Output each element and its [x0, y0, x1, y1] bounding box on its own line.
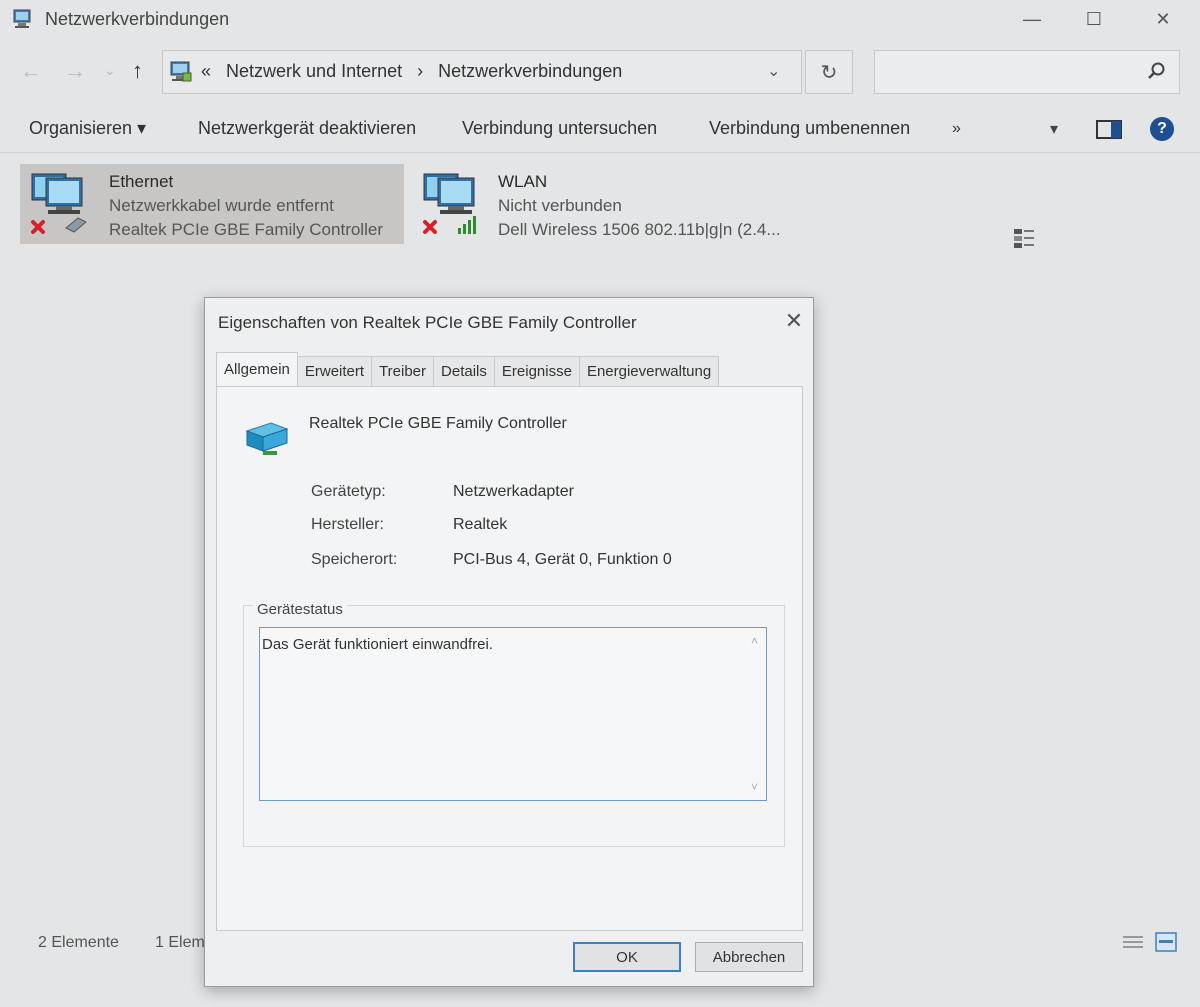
- device-status-label: Gerätestatus: [253, 601, 347, 618]
- diagnose-connection-button[interactable]: Verbindung untersuchen: [462, 118, 657, 139]
- forward-arrow-icon[interactable]: →: [64, 58, 86, 84]
- network-adapter-icon: [245, 422, 289, 455]
- breadcrumb: « Netzwerk und Internet › Netzwerkverbin…: [201, 61, 632, 82]
- location-label: Speicherort:: [311, 551, 398, 568]
- dialog-title: Eigenschaften von Realtek PCIe GBE Famil…: [218, 313, 637, 332]
- network-connections-icon: [170, 61, 192, 82]
- close-button[interactable]: ✕: [1135, 0, 1191, 38]
- general-tab-panel: Realtek PCIe GBE Family Controller Gerät…: [216, 386, 803, 931]
- organize-menu[interactable]: Organisieren ▾: [29, 118, 146, 139]
- connection-item-ethernet[interactable]: Ethernet Netzwerkkabel wurde entfernt Re…: [20, 164, 404, 244]
- view-options-dropdown-icon[interactable]: ▾: [1050, 119, 1058, 139]
- tab-ereignisse[interactable]: Ereignisse: [493, 356, 580, 387]
- device-name: Realtek PCIe GBE Family Controller: [309, 415, 567, 432]
- tab-strip: Allgemein Erweitert Treiber Details Erei…: [216, 352, 720, 387]
- device-status-textbox[interactable]: Das Gerät funktioniert einwandfrei. ˄ ˅: [259, 627, 767, 801]
- change-view-icon[interactable]: [1012, 226, 1036, 250]
- location-value: PCI-Bus 4, Gerät 0, Funktion 0: [453, 551, 672, 568]
- breadcrumb-item[interactable]: Netzwerkverbindungen: [438, 61, 622, 81]
- details-view-icon[interactable]: [1122, 934, 1144, 952]
- properties-dialog: Eigenschaften von Realtek PCIe GBE Famil…: [204, 297, 814, 987]
- device-type-label: Gerätetyp:: [311, 483, 386, 500]
- manufacturer-label: Hersteller:: [311, 516, 384, 533]
- connection-status: Netzwerkkabel wurde entfernt: [109, 196, 334, 215]
- connection-text: WLAN Nicht verbunden Dell Wireless 1506 …: [498, 170, 781, 242]
- scroll-down-icon[interactable]: ˅: [751, 780, 758, 794]
- connection-name: WLAN: [498, 172, 548, 191]
- ok-button[interactable]: OK: [573, 942, 681, 972]
- command-bar: Organisieren ▾ Netzwerkgerät deaktiviere…: [0, 108, 1200, 248]
- wireless-adapter-icon: [423, 173, 476, 234]
- connection-status: Nicht verbunden: [498, 196, 622, 215]
- breadcrumb-separator-icon[interactable]: ›: [417, 61, 423, 81]
- large-icons-view-icon[interactable]: [1155, 932, 1177, 952]
- cancel-button[interactable]: Abbrechen: [695, 942, 803, 972]
- tab-allgemein[interactable]: Allgemein: [216, 352, 298, 387]
- connection-item-wlan[interactable]: WLAN Nicht verbunden Dell Wireless 1506 …: [412, 164, 812, 244]
- breadcrumb-overflow-icon[interactable]: «: [201, 61, 211, 81]
- rename-connection-button[interactable]: Verbindung umbenennen: [709, 118, 910, 139]
- connection-text: Ethernet Netzwerkkabel wurde entfernt Re…: [109, 170, 383, 242]
- minimize-button[interactable]: —: [1004, 0, 1060, 38]
- help-icon[interactable]: ?: [1150, 117, 1174, 141]
- disable-device-button[interactable]: Netzwerkgerät deaktivieren: [198, 118, 416, 139]
- connection-device: Dell Wireless 1506 802.11b|g|n (2.4...: [498, 220, 781, 239]
- search-icon: [1148, 62, 1165, 79]
- back-arrow-icon[interactable]: ←: [20, 58, 42, 84]
- tab-treiber[interactable]: Treiber: [371, 356, 435, 387]
- address-bar[interactable]: « Netzwerk und Internet › Netzwerkverbin…: [162, 50, 802, 94]
- title-bar: Netzwerkverbindungen — ☐ ✕: [0, 0, 1200, 40]
- item-count: 2 Elemente: [38, 934, 119, 951]
- chevron-down-icon[interactable]: ⌄: [767, 61, 780, 81]
- recent-locations-icon[interactable]: ⌄: [104, 62, 116, 79]
- network-adapter-icon: [31, 173, 87, 234]
- maximize-button[interactable]: ☐: [1066, 0, 1122, 38]
- window-title: Netzwerkverbindungen: [45, 9, 230, 29]
- tab-erweitert[interactable]: Erweitert: [296, 356, 373, 387]
- network-connections-icon: [13, 9, 31, 28]
- search-input[interactable]: [874, 50, 1180, 94]
- up-arrow-icon[interactable]: ↑: [132, 58, 143, 84]
- device-status-text: Das Gerät funktioniert einwandfrei.: [262, 636, 493, 653]
- more-commands-icon[interactable]: »: [952, 120, 961, 138]
- breadcrumb-item[interactable]: Netzwerk und Internet: [226, 61, 402, 81]
- manufacturer-value: Realtek: [453, 516, 508, 533]
- connection-name: Ethernet: [109, 172, 174, 191]
- dialog-close-icon[interactable]: ✕: [779, 306, 809, 336]
- tab-energieverwaltung[interactable]: Energieverwaltung: [578, 356, 720, 387]
- preview-pane-icon[interactable]: [1096, 118, 1122, 142]
- device-type-value: Netzwerkadapter: [453, 483, 574, 500]
- connection-device: Realtek PCIe GBE Family Controller: [109, 220, 383, 239]
- scroll-up-icon[interactable]: ˄: [751, 634, 758, 648]
- refresh-button[interactable]: ↻: [805, 50, 853, 94]
- tab-details[interactable]: Details: [433, 356, 495, 387]
